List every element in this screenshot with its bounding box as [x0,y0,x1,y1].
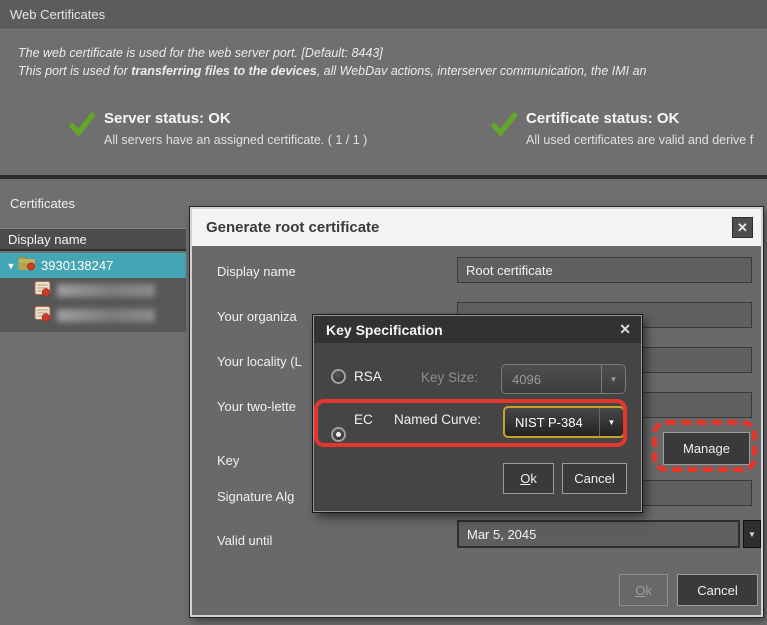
dialog-title: Generate root certificate [206,219,379,236]
chevron-down-icon: ▼ [748,530,756,539]
locality-label: Your locality (L [217,354,302,369]
close-icon[interactable]: ✕ [732,217,753,238]
certificates-panel-title: Certificates [10,196,75,211]
signature-label: Signature Alg [217,489,294,504]
ec-radio[interactable] [331,427,346,442]
expander-icon[interactable]: ▼ [4,261,18,271]
named-curve-label: Named Curve: [394,412,481,427]
display-name-label: Display name [217,264,296,279]
key-spec-cancel-button[interactable]: Cancel [562,463,627,494]
folder-icon [18,256,36,276]
rsa-radio[interactable] [331,369,346,384]
key-label: Key [217,453,239,468]
section-divider [0,175,767,179]
key-size-label: Key Size: [421,370,478,385]
valid-until-input[interactable]: Mar 5, 2045 [457,520,740,548]
tree-root-label: 3930138247 [41,258,113,273]
column-header-display-name[interactable]: Display name [0,228,186,251]
manage-button[interactable]: Manage [663,432,750,465]
organization-label: Your organiza [217,309,297,324]
country-label: Your two-lette [217,399,296,414]
certificates-tree: ▼ 3930138247 [0,253,186,332]
ok-button[interactable]: Ok [619,574,668,606]
close-icon[interactable]: ✕ [619,321,631,338]
server-status-subtitle: All servers have an assigned certificate… [104,133,367,147]
chevron-down-icon: ▼ [599,408,623,436]
page-title: Web Certificates [10,7,105,22]
certificate-status-subtitle: All used certificates are valid and deri… [526,133,753,147]
ec-label: EC [354,412,373,427]
server-status-title: Server status: OK [104,110,231,127]
page-header: Web Certificates [0,0,767,30]
chevron-down-icon: ▼ [601,365,625,393]
key-specification-dialog: Key Specification ✕ RSA Key Size: 4096 ▼… [313,315,642,512]
redacted-certificate-name [57,309,155,322]
key-spec-titlebar: Key Specification ✕ [314,316,641,343]
dialog-titlebar: Generate root certificate ✕ [192,209,761,246]
certificate-icon [34,305,51,327]
tree-row-certificate-1[interactable] [0,278,186,303]
valid-until-label: Valid until [217,533,272,548]
certificate-icon [34,280,51,302]
valid-until-dropdown-button[interactable]: ▼ [743,520,761,548]
display-name-input[interactable]: Root certificate [457,257,752,283]
key-spec-title: Key Specification [326,322,443,338]
info-line-1: The web certificate is used for the web … [18,46,383,60]
redacted-certificate-name [57,284,155,297]
cancel-button[interactable]: Cancel [677,574,758,606]
web-certificates-screen: Web Certificates The web certificate is … [0,0,767,625]
server-status-check-icon [66,110,98,138]
key-spec-ok-button[interactable]: Ok [503,463,554,494]
named-curve-dropdown[interactable]: NIST P-384 ▼ [503,406,625,438]
certificate-status-check-icon [488,110,520,138]
key-size-dropdown[interactable]: 4096 ▼ [501,364,626,394]
tree-row-root-folder[interactable]: ▼ 3930138247 [0,253,186,278]
info-line-2: This port is used for transferring files… [18,64,647,78]
rsa-label: RSA [354,369,382,384]
tree-row-certificate-2[interactable] [0,303,186,328]
certificate-status-title: Certificate status: OK [526,110,679,127]
